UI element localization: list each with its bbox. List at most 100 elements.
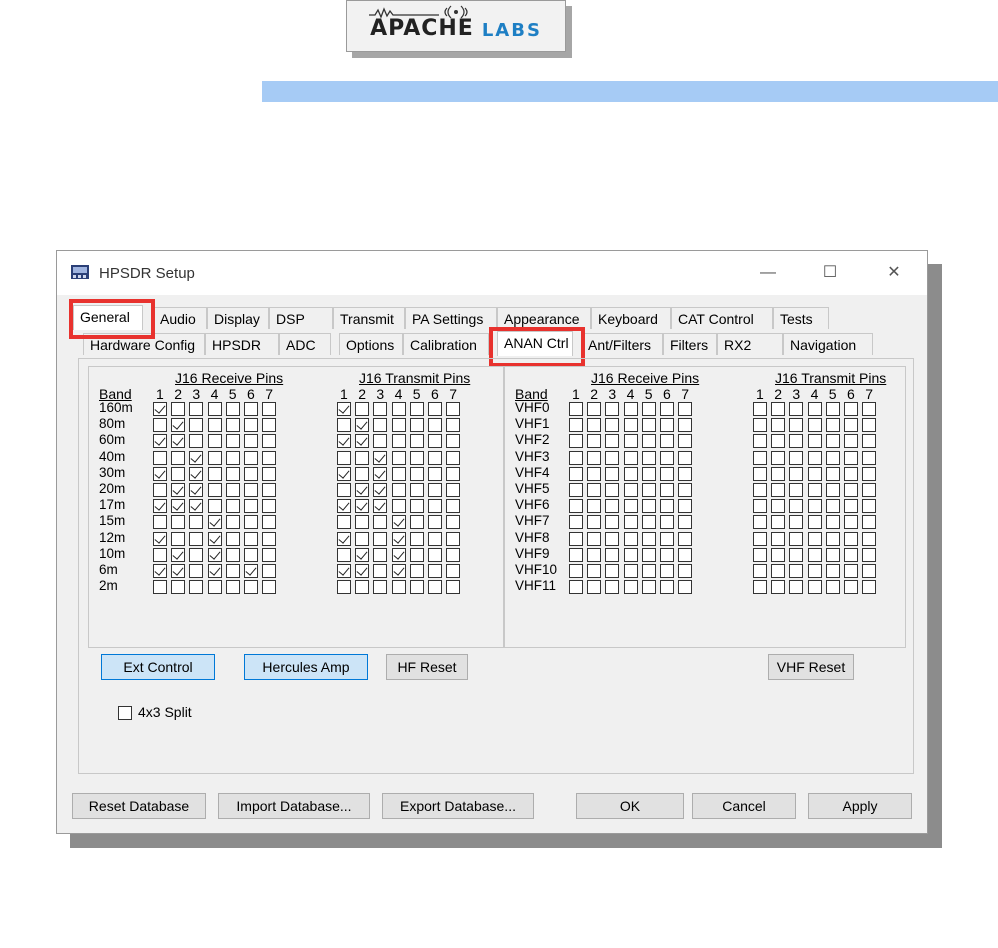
hf-rx-pin-checkbox[interactable] bbox=[244, 499, 258, 514]
hf-rx-pin-checkbox[interactable] bbox=[189, 499, 204, 514]
vhf-tx-pin-checkbox[interactable] bbox=[807, 515, 822, 530]
vhf-tx-pin-checkbox[interactable] bbox=[807, 564, 822, 578]
hf-tx-pin-checkbox[interactable] bbox=[446, 499, 461, 514]
reset-database-button[interactable]: Reset Database bbox=[72, 793, 206, 819]
vhf-rx-pin-checkbox[interactable] bbox=[660, 531, 674, 546]
hf-rx-pin-checkbox[interactable] bbox=[207, 466, 222, 481]
vhf-rx-pin-checkbox[interactable] bbox=[660, 499, 674, 514]
hf-rx-pin-checkbox[interactable] bbox=[244, 547, 258, 562]
hf-rx-pin-checkbox[interactable] bbox=[189, 402, 204, 416]
vhf-tx-pin-checkbox[interactable] bbox=[807, 450, 822, 465]
vhf-tx-pin-checkbox[interactable] bbox=[771, 580, 786, 595]
hf-tx-pin-checkbox[interactable] bbox=[355, 434, 370, 449]
hf-tx-pin-checkbox[interactable] bbox=[428, 499, 442, 514]
vhf-rx-pin-checkbox[interactable] bbox=[678, 434, 693, 449]
hf-rx-pin-checkbox[interactable] bbox=[262, 531, 277, 546]
vhf-rx-pin-checkbox[interactable] bbox=[587, 499, 602, 514]
vhf-tx-pin-checkbox[interactable] bbox=[844, 483, 858, 497]
vhf-tx-pin-checkbox[interactable] bbox=[789, 418, 804, 433]
vhf-rx-pin-checkbox[interactable] bbox=[569, 499, 583, 514]
vhf-tx-pin-checkbox[interactable] bbox=[789, 580, 804, 595]
hf-rx-pin-checkbox[interactable] bbox=[244, 564, 258, 578]
vhf-rx-pin-checkbox[interactable] bbox=[623, 466, 638, 481]
vhf-tx-pin-checkbox[interactable] bbox=[753, 450, 767, 465]
vhf-tx-pin-checkbox[interactable] bbox=[844, 466, 858, 481]
vhf-tx-pin-checkbox[interactable] bbox=[807, 499, 822, 514]
hf-tx-pin-checkbox[interactable] bbox=[391, 547, 406, 562]
hf-rx-pin-checkbox[interactable] bbox=[207, 547, 222, 562]
vhf-rx-pin-checkbox[interactable] bbox=[623, 402, 638, 416]
hf-tx-pin-checkbox[interactable] bbox=[446, 515, 461, 530]
hf-tx-pin-checkbox[interactable] bbox=[428, 483, 442, 497]
vhf-tx-pin-checkbox[interactable] bbox=[753, 402, 767, 416]
vhf-tx-pin-checkbox[interactable] bbox=[771, 547, 786, 562]
vhf-tx-pin-checkbox[interactable] bbox=[862, 515, 877, 530]
hf-rx-pin-checkbox[interactable] bbox=[207, 580, 222, 595]
ext-control-button[interactable]: Ext Control bbox=[101, 654, 215, 680]
vhf-tx-pin-checkbox[interactable] bbox=[862, 547, 877, 562]
hf-tx-pin-checkbox[interactable] bbox=[337, 434, 351, 449]
hf-rx-pin-checkbox[interactable] bbox=[189, 580, 204, 595]
hf-rx-pin-checkbox[interactable] bbox=[207, 531, 222, 546]
hf-tx-pin-checkbox[interactable] bbox=[446, 531, 461, 546]
vhf-rx-pin-checkbox[interactable] bbox=[605, 515, 620, 530]
hf-rx-pin-checkbox[interactable] bbox=[207, 450, 222, 465]
hf-tx-pin-checkbox[interactable] bbox=[355, 450, 370, 465]
hf-rx-pin-checkbox[interactable] bbox=[262, 499, 277, 514]
vhf-tx-pin-checkbox[interactable] bbox=[862, 531, 877, 546]
hercules-amp-button[interactable]: Hercules Amp bbox=[244, 654, 368, 680]
hf-rx-pin-checkbox[interactable] bbox=[262, 564, 277, 578]
hf-tx-pin-checkbox[interactable] bbox=[337, 499, 351, 514]
hf-tx-pin-checkbox[interactable] bbox=[409, 531, 424, 546]
hf-tx-pin-checkbox[interactable] bbox=[337, 580, 351, 595]
vhf-tx-pin-checkbox[interactable] bbox=[789, 515, 804, 530]
ok-button[interactable]: OK bbox=[576, 793, 684, 819]
vhf-tx-pin-checkbox[interactable] bbox=[844, 450, 858, 465]
hf-rx-pin-checkbox[interactable] bbox=[171, 483, 186, 497]
vhf-rx-pin-checkbox[interactable] bbox=[641, 564, 656, 578]
hf-rx-pin-checkbox[interactable] bbox=[244, 483, 258, 497]
vhf-tx-pin-checkbox[interactable] bbox=[789, 466, 804, 481]
hf-rx-pin-checkbox[interactable] bbox=[189, 531, 204, 546]
hf-rx-pin-checkbox[interactable] bbox=[225, 531, 240, 546]
vhf-tx-pin-checkbox[interactable] bbox=[862, 466, 877, 481]
vhf-tx-pin-checkbox[interactable] bbox=[753, 466, 767, 481]
vhf-rx-pin-checkbox[interactable] bbox=[641, 418, 656, 433]
hf-tx-pin-checkbox[interactable] bbox=[446, 547, 461, 562]
vhf-rx-pin-checkbox[interactable] bbox=[678, 483, 693, 497]
vhf-tx-pin-checkbox[interactable] bbox=[771, 418, 786, 433]
hf-tx-pin-checkbox[interactable] bbox=[337, 547, 351, 562]
vhf-rx-pin-checkbox[interactable] bbox=[623, 515, 638, 530]
hf-rx-pin-checkbox[interactable] bbox=[262, 483, 277, 497]
hf-tx-pin-checkbox[interactable] bbox=[446, 483, 461, 497]
hf-tx-pin-checkbox[interactable] bbox=[446, 402, 461, 416]
hf-rx-pin-checkbox[interactable] bbox=[153, 580, 167, 595]
vhf-tx-pin-checkbox[interactable] bbox=[771, 402, 786, 416]
vhf-tx-pin-checkbox[interactable] bbox=[844, 547, 858, 562]
vhf-tx-pin-checkbox[interactable] bbox=[825, 564, 840, 578]
hf-rx-pin-checkbox[interactable] bbox=[189, 564, 204, 578]
vhf-tx-pin-checkbox[interactable] bbox=[862, 450, 877, 465]
hf-tx-pin-checkbox[interactable] bbox=[373, 450, 388, 465]
hf-tx-pin-checkbox[interactable] bbox=[373, 466, 388, 481]
hf-rx-pin-checkbox[interactable] bbox=[207, 499, 222, 514]
vhf-tx-pin-checkbox[interactable] bbox=[807, 434, 822, 449]
vhf-tx-pin-checkbox[interactable] bbox=[789, 564, 804, 578]
hf-rx-pin-checkbox[interactable] bbox=[153, 466, 167, 481]
vhf-tx-pin-checkbox[interactable] bbox=[825, 434, 840, 449]
hf-tx-pin-checkbox[interactable] bbox=[355, 564, 370, 578]
vhf-tx-pin-checkbox[interactable] bbox=[844, 418, 858, 433]
vhf-rx-pin-checkbox[interactable] bbox=[569, 580, 583, 595]
vhf-rx-pin-checkbox[interactable] bbox=[569, 466, 583, 481]
hf-rx-pin-checkbox[interactable] bbox=[225, 483, 240, 497]
hf-tx-pin-checkbox[interactable] bbox=[355, 547, 370, 562]
vhf-tx-pin-checkbox[interactable] bbox=[825, 580, 840, 595]
hf-rx-pin-checkbox[interactable] bbox=[153, 531, 167, 546]
hf-tx-pin-checkbox[interactable] bbox=[391, 483, 406, 497]
vhf-rx-pin-checkbox[interactable] bbox=[623, 499, 638, 514]
vhf-rx-pin-checkbox[interactable] bbox=[660, 450, 674, 465]
hf-tx-pin-checkbox[interactable] bbox=[428, 531, 442, 546]
vhf-rx-pin-checkbox[interactable] bbox=[623, 434, 638, 449]
vhf-rx-pin-checkbox[interactable] bbox=[569, 515, 583, 530]
vhf-tx-pin-checkbox[interactable] bbox=[807, 483, 822, 497]
